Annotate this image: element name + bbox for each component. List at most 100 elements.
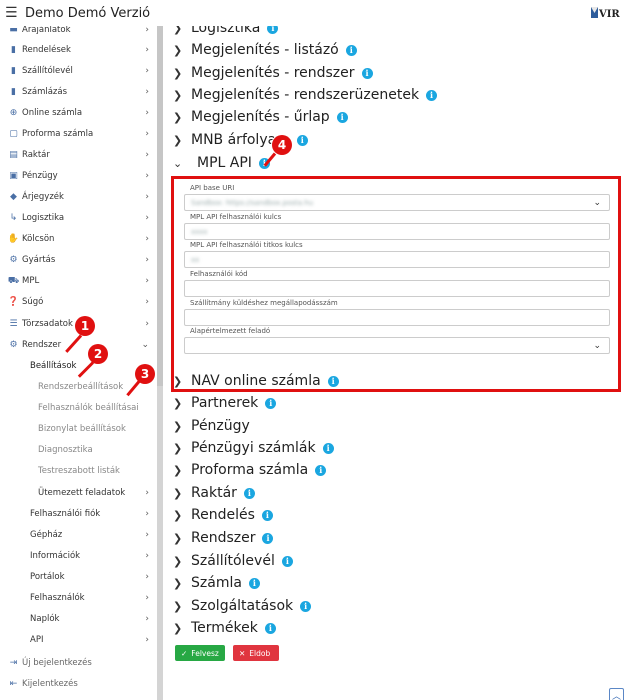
section-delivery-note[interactable]: ❯ Szállítólevél i	[173, 550, 293, 572]
mpl-secret-key-field[interactable]: MPL API felhasználói titkos kulcs xx	[184, 241, 610, 268]
info-icon[interactable]: i	[281, 555, 293, 567]
sidebar-subitem-user-settings[interactable]: Felhasználók beállításai	[38, 399, 157, 417]
sidebar-subitem-info[interactable]: Információk ›	[30, 547, 157, 565]
sidebar-item-loan[interactable]: ✋ Kölcsön ›	[0, 229, 157, 249]
section-display-list[interactable]: ❯ Megjelenítés - listázó i	[173, 39, 357, 61]
sidebar-subitem-logs[interactable]: Naplók ›	[30, 610, 157, 628]
sidebar-subitem-document-settings[interactable]: Bizonylat beállítások	[38, 420, 157, 438]
sidebar-item-label: Új bejelentkezés	[22, 658, 92, 668]
info-icon[interactable]: i	[264, 622, 276, 634]
sign-in-icon: ⇥	[9, 658, 18, 668]
menu-icon[interactable]: ☰	[5, 5, 25, 21]
chevron-down-icon: ⌄	[593, 198, 601, 208]
sidebar-subitem-label: Portálok	[30, 572, 65, 582]
agreement-number-input[interactable]	[184, 309, 610, 326]
info-icon[interactable]: i	[426, 89, 438, 101]
sign-out-icon: ⇤	[9, 679, 18, 689]
sidebar-subitem-diagnostics[interactable]: Diagnosztika	[38, 441, 157, 459]
mpl-secret-key-input[interactable]: xx	[184, 251, 610, 268]
sidebar-item-finance[interactable]: ▣ Pénzügy ›	[0, 166, 157, 186]
sidebar-item-warehouse[interactable]: ▤ Raktár ›	[0, 145, 157, 165]
chevron-right-icon: ›	[145, 192, 149, 202]
section-nav-online-invoice[interactable]: ❯ NAV online számla i	[173, 370, 339, 392]
sidebar-item-new-login[interactable]: ⇥ Új bejelentkezés	[0, 653, 157, 673]
api-base-uri-select[interactable]: Sandbox: https://sandbox.posta.hu ⌄	[184, 194, 610, 211]
scroll-up-button[interactable]: ︿	[609, 688, 624, 700]
section-warehouse[interactable]: ❯ Raktár i	[173, 482, 255, 504]
section-display-system-messages[interactable]: ❯ Megjelenítés - rendszerüzenetek i	[173, 84, 438, 106]
sidebar-item-delivery-notes[interactable]: ▮ Szállítólevél ›	[0, 61, 157, 81]
sidebar-item-quotes[interactable]: ▬ Árajánlatok ›	[0, 26, 157, 40]
info-icon[interactable]: i	[300, 600, 312, 612]
info-icon[interactable]: i	[248, 577, 260, 589]
section-label: MPL API	[197, 155, 252, 171]
section-financial-accounts[interactable]: ❯ Pénzügyi számlák i	[173, 437, 334, 459]
default-sender-select[interactable]: ⌄	[184, 337, 610, 354]
save-button[interactable]: ✓ Felvesz	[175, 645, 225, 661]
section-mpl-api[interactable]: ⌄MPL APIi	[173, 152, 270, 174]
section-partners[interactable]: ❯ Partnerek i	[173, 392, 277, 414]
section-invoice[interactable]: ❯ Számla i	[173, 572, 260, 594]
chevron-right-icon: ›	[145, 87, 149, 97]
sidebar-item-label: Logisztika	[22, 213, 65, 223]
section-order[interactable]: ❯ Rendelés i	[173, 504, 273, 526]
section-label: Raktár	[191, 485, 237, 501]
sidebar-subitem-custom-lists[interactable]: Testreszabott listák	[38, 462, 157, 480]
mpl-user-key-field[interactable]: MPL API felhasználói kulcs xxxx	[184, 213, 610, 240]
api-base-uri-field[interactable]: API base URI Sandbox: https://sandbox.po…	[184, 184, 610, 211]
section-display-system[interactable]: ❯ Megjelenítés - rendszer i	[173, 62, 373, 84]
sidebar-item-mpl[interactable]: ⛟ MPL ›	[0, 271, 157, 291]
field-value: Sandbox: https://sandbox.posta.hu	[191, 198, 314, 207]
sidebar-subitem-portals[interactable]: Portálok ›	[30, 568, 157, 586]
chevron-right-icon: ›	[145, 108, 149, 118]
info-icon[interactable]: i	[265, 397, 277, 409]
sidebar-item-online-invoice[interactable]: ⊕ Online számla ›	[0, 103, 157, 123]
sidebar-subitem-user-account[interactable]: Felhasználói fiók ›	[30, 505, 157, 523]
info-icon[interactable]: i	[322, 442, 334, 454]
section-label: Szolgáltatások	[191, 598, 294, 614]
database-icon: ☰	[9, 319, 18, 329]
info-icon[interactable]: i	[296, 134, 308, 146]
sidebar-item-production[interactable]: ⚙ Gyártás ›	[0, 250, 157, 270]
vir-logo: VIR	[590, 4, 620, 22]
info-icon[interactable]: i	[327, 375, 339, 387]
sidebar-subitem-label: Felhasználók	[30, 593, 85, 603]
info-icon[interactable]: i	[336, 111, 348, 123]
sidebar-subitem-scheduled-tasks[interactable]: Ütemezett feladatok ›	[38, 484, 157, 502]
default-sender-field[interactable]: Alapértelmezett feladó ⌄	[184, 327, 610, 354]
sidebar-subitem-engine-room[interactable]: Gépház ›	[30, 526, 157, 544]
sidebar-item-logistics[interactable]: ↳ Logisztika ›	[0, 208, 157, 228]
section-system[interactable]: ❯ Rendszer i	[173, 527, 274, 549]
info-icon[interactable]: i	[262, 532, 274, 544]
section-services[interactable]: ❯ Szolgáltatások i	[173, 595, 312, 617]
mpl-user-key-input[interactable]: xxxx	[184, 223, 610, 240]
chevron-right-icon: ›	[145, 488, 149, 498]
chevron-right-icon: ❯	[173, 576, 183, 590]
section-products[interactable]: ❯ Termékek i	[173, 617, 276, 639]
agreement-number-field[interactable]: Szállítmány küldéshez megállapodásszám	[184, 299, 610, 326]
info-icon[interactable]: i	[361, 67, 373, 79]
section-display-form[interactable]: ❯ Megjelenítés - űrlap i	[173, 106, 348, 128]
sidebar-item-label: Gyártás	[22, 255, 56, 265]
sidebar-item-orders[interactable]: ▮ Rendelések ›	[0, 40, 157, 60]
section-proforma-invoice[interactable]: ❯ Proforma számla i	[173, 459, 327, 481]
section-finance[interactable]: ❯ Pénzügy	[173, 415, 250, 437]
chevron-right-icon: ❯	[173, 554, 183, 568]
info-icon[interactable]: i	[261, 509, 273, 521]
info-icon[interactable]: i	[315, 464, 327, 476]
user-code-field[interactable]: Felhasználói kód	[184, 270, 610, 297]
sidebar-item-label: Online számla	[22, 108, 83, 118]
sidebar-item-proforma[interactable]: ▢ Proforma számla ›	[0, 124, 157, 144]
sidebar-subitem-api[interactable]: API ›	[30, 631, 157, 649]
user-code-input[interactable]	[184, 280, 610, 297]
field-label: API base URI	[190, 184, 235, 192]
info-icon[interactable]: i	[243, 487, 255, 499]
sidebar-item-help[interactable]: ❓ Súgó ›	[0, 292, 157, 312]
info-icon[interactable]: i	[345, 44, 357, 56]
cancel-button[interactable]: ✕ Eldob	[233, 645, 279, 661]
sidebar-item-price-list[interactable]: ◆ Árjegyzék ›	[0, 187, 157, 207]
chevron-right-icon: ›	[145, 635, 149, 645]
sidebar-subitem-users[interactable]: Felhasználók ›	[30, 589, 157, 607]
sidebar-item-invoicing[interactable]: ▮ Számlázás ›	[0, 82, 157, 102]
sidebar-item-logout[interactable]: ⇤ Kijelentkezés	[0, 674, 157, 694]
